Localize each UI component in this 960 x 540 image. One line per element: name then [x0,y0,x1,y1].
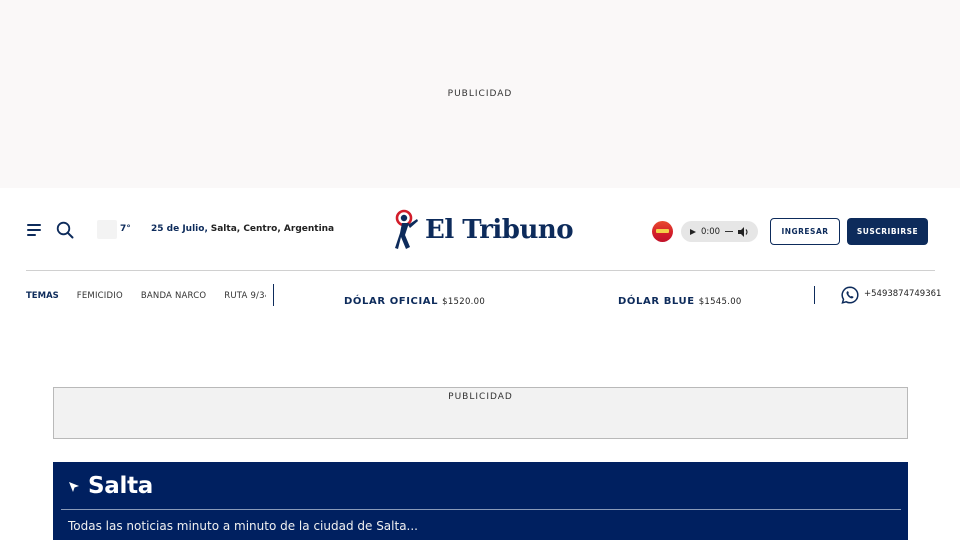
audio-time: 0:00 [701,226,721,237]
dollar-official-quote: DÓLAR OFICIAL $1520.00 [344,289,485,308]
subscribe-button[interactable]: SUSCRIBIRSE [847,218,928,245]
topic-link-ruta[interactable]: RUTA 9/34 [224,291,266,301]
audio-progress-track[interactable] [725,231,734,232]
top-ad-banner: PUBLICIDAD [0,0,960,188]
section-description: Todas las noticias minuto a minuto de la… [68,519,418,533]
section-rule [61,509,901,510]
play-icon[interactable] [690,228,696,235]
header-divider [26,270,935,271]
weather-icon [97,220,117,239]
divider [814,286,815,304]
topic-link-banda-narco[interactable]: BANDA NARCO [141,291,206,301]
whatsapp-icon[interactable] [841,286,859,304]
topic-link-femicidio[interactable]: FEMICIDIO [77,291,123,301]
whatsapp-number[interactable]: +5493874749361 [864,289,941,299]
divider [273,284,274,306]
section-header: Salta Todas las noticias minuto a minuto… [53,462,908,540]
dollar-blue-quote: DÓLAR BLUE $1545.00 [618,289,742,308]
dollar-blue-value: $1545.00 [698,297,742,307]
dollar-official-label: DÓLAR OFICIAL [344,296,439,307]
ad-label: PUBLICIDAD [447,89,513,99]
temperature: 7° [120,224,131,234]
mid-ad-banner: PUBLICIDAD [53,387,908,439]
login-button[interactable]: INGRESAR [770,218,840,245]
site-header: 7° 25 de Julio, Salta, Centro, Argentina… [0,188,960,272]
date-location: 25 de Julio, Salta, Centro, Argentina [151,224,334,234]
location: Salta, Centro, Argentina [210,224,335,234]
topics-label: TEMAS [26,291,59,301]
topics-nav: TEMAS FEMICIDIO BANDA NARCO RUTA 9/34 [26,290,266,302]
dollar-blue-label: DÓLAR BLUE [618,296,695,307]
section-arrow-icon [69,482,79,492]
current-date: 25 de Julio, [151,224,208,234]
volume-icon[interactable] [738,226,750,237]
hamburger-menu-icon[interactable] [27,223,43,237]
ad-label: PUBLICIDAD [448,392,513,402]
search-icon[interactable] [56,221,74,239]
site-logo[interactable]: El Tribuno [392,208,574,252]
audio-player: 0:00 [681,221,758,242]
radio-station-badge[interactable] [652,221,673,242]
dollar-official-value: $1520.00 [442,297,486,307]
logo-text: El Tribuno [425,215,574,245]
runner-logo-icon [395,209,418,249]
section-title: Salta [88,473,153,499]
